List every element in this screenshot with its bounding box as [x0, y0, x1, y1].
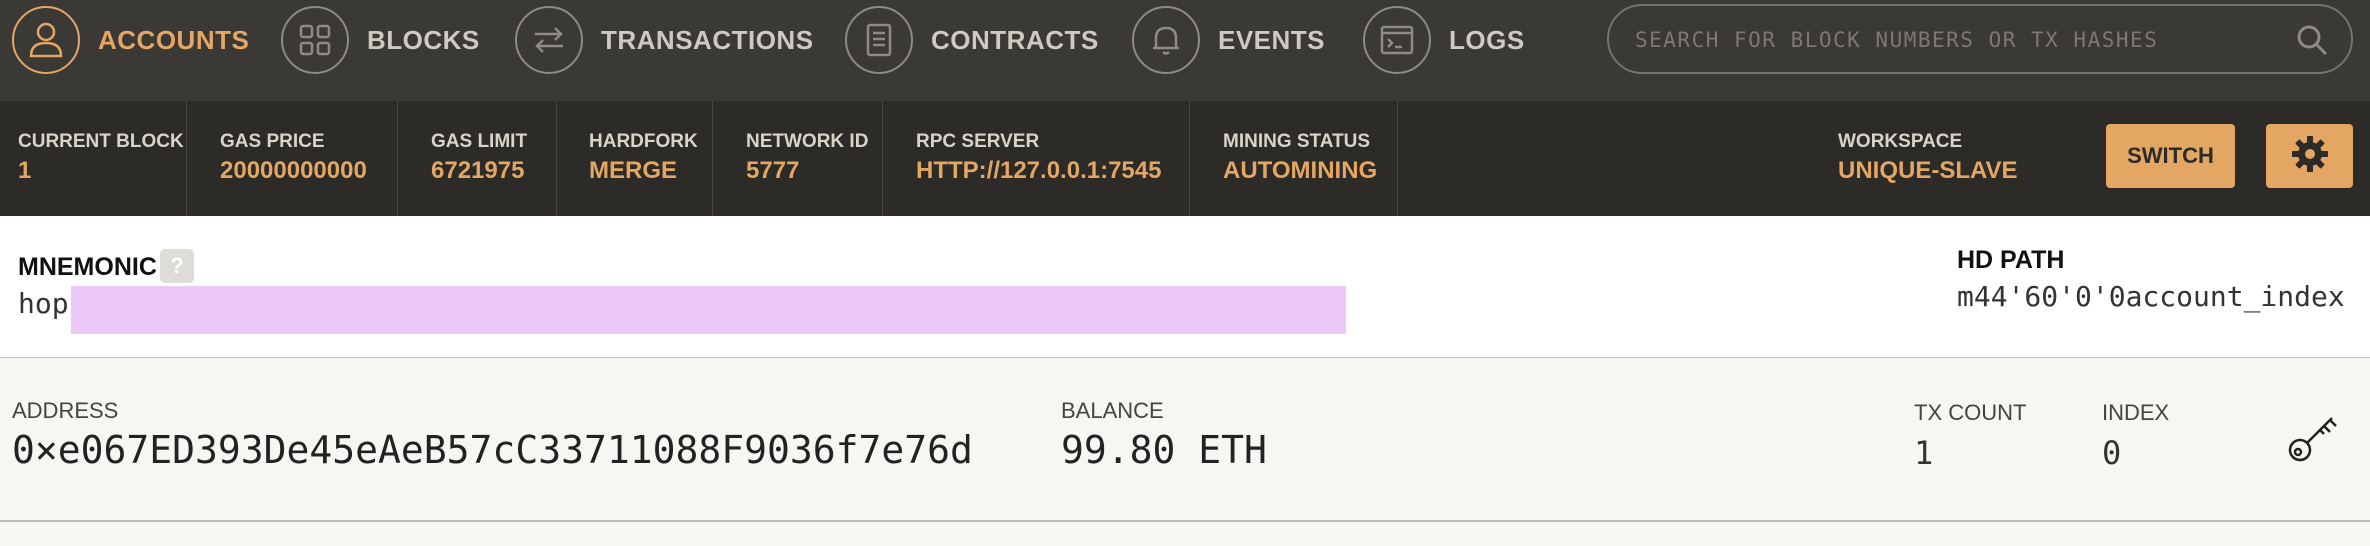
transfer-arrows-icon — [515, 6, 583, 74]
gas-price-value: 20000000000 — [220, 157, 367, 184]
mnemonic-redaction — [71, 286, 1346, 334]
settings-button[interactable] — [2266, 124, 2353, 188]
gas-limit-value: 6721975 — [431, 157, 525, 184]
index-label: INDEX — [2102, 400, 2170, 425]
nav-events[interactable]: EVENTS — [1132, 0, 1325, 80]
nav-blocks[interactable]: BLOCKS — [281, 0, 480, 80]
switch-workspace-button[interactable]: SWITCH — [2106, 124, 2235, 188]
account-row: ADDRESS 0×e067ED393De45eAeB57cC33711088F… — [0, 358, 2370, 522]
document-icon — [845, 6, 913, 74]
account-address: 0×e067ED393De45eAeB57cC33711088F9036f7e7… — [12, 428, 973, 472]
nav-contracts-label: CONTRACTS — [931, 24, 1099, 55]
nav-transactions[interactable]: TRANSACTIONS — [515, 0, 814, 80]
nav-accounts-label: ACCOUNTS — [98, 24, 250, 55]
hd-path-label: HD PATH — [1957, 246, 2065, 274]
gas-price-label: GAS PRICE — [220, 131, 325, 152]
network-id-label: NETWORK ID — [746, 131, 869, 152]
tx-count-label: TX COUNT — [1914, 400, 2027, 425]
user-icon — [12, 6, 80, 74]
mining-status-value: AUTOMINING — [1223, 157, 1378, 184]
stat-gas-price: GAS PRICE 20000000000 — [187, 101, 398, 216]
stat-workspace: WORKSPACE UNIQUE-SLAVE — [1820, 101, 2050, 216]
terminal-icon — [1363, 6, 1431, 74]
nav-accounts[interactable]: ACCOUNTS — [12, 0, 249, 80]
stat-mining-status: MINING STATUS AUTOMINING — [1190, 101, 1398, 216]
rpc-server-value: HTTP://127.0.0.1:7545 — [916, 157, 1162, 184]
network-id-value: 5777 — [746, 157, 800, 184]
stat-gas-limit: GAS LIMIT 6721975 — [398, 101, 557, 216]
top-navigation: ACCOUNTS BLOCKS TRANSACTIONS CONTRACTS E… — [0, 0, 2370, 101]
balance-label: BALANCE — [1061, 398, 1164, 423]
search-input[interactable]: SEARCH FOR BLOCK NUMBERS OR TX HASHES — [1607, 4, 2353, 74]
gear-icon — [2290, 134, 2330, 179]
mnemonic-label: MNEMONIC — [18, 253, 157, 281]
stat-hardfork: HARDFORK MERGE — [557, 101, 713, 216]
index-value: 0 — [2102, 434, 2122, 472]
search-placeholder: SEARCH FOR BLOCK NUMBERS OR TX HASHES — [1635, 28, 2159, 52]
search-icon[interactable] — [2295, 23, 2329, 62]
hardfork-value: MERGE — [589, 157, 678, 184]
hd-path-value: m44'60'0'0account_index — [1957, 280, 2345, 313]
rpc-server-label: RPC SERVER — [916, 131, 1040, 152]
nav-contracts[interactable]: CONTRACTS — [845, 0, 1099, 80]
tx-count-value: 1 — [1914, 434, 1934, 472]
workspace-label: WORKSPACE — [1838, 131, 1963, 152]
stat-rpc-server: RPC SERVER HTTP://127.0.0.1:7545 — [883, 101, 1190, 216]
grid-icon — [281, 6, 349, 74]
bell-icon — [1132, 6, 1200, 74]
address-label: ADDRESS — [12, 398, 119, 423]
nav-logs[interactable]: LOGS — [1363, 0, 1525, 80]
help-icon[interactable]: ? — [160, 249, 194, 283]
nav-transactions-label: TRANSACTIONS — [601, 24, 814, 55]
nav-blocks-label: BLOCKS — [367, 24, 480, 55]
stat-current-block: CURRENT BLOCK 1 — [0, 101, 187, 216]
current-block-label: CURRENT BLOCK — [18, 131, 184, 152]
nav-events-label: EVENTS — [1218, 24, 1326, 55]
account-balance: 99.80 ETH — [1061, 428, 1267, 472]
mnemonic-panel: MNEMONIC ? hop HD PATH m44'60'0'0account… — [0, 216, 2370, 359]
current-block-value: 1 — [18, 157, 32, 184]
mining-status-label: MINING STATUS — [1223, 131, 1371, 152]
hardfork-label: HARDFORK — [589, 131, 698, 152]
nav-logs-label: LOGS — [1449, 24, 1525, 55]
gas-limit-label: GAS LIMIT — [431, 131, 528, 152]
stat-network-id: NETWORK ID 5777 — [713, 101, 883, 216]
status-bar: CURRENT BLOCK 1 GAS PRICE 20000000000 GA… — [0, 101, 2370, 216]
mnemonic-value: hop — [18, 287, 69, 320]
workspace-value: UNIQUE-SLAVE — [1838, 157, 2018, 184]
key-icon[interactable] — [2286, 410, 2342, 471]
